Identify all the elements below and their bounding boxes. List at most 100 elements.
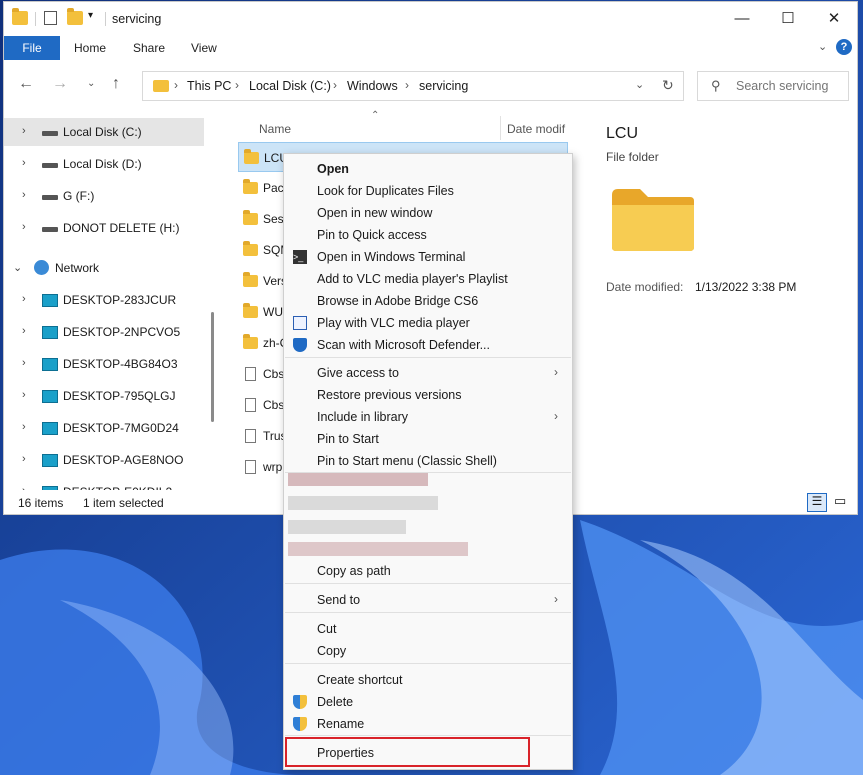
maximize-button[interactable]: ☐ <box>765 2 811 34</box>
menu-item-pin-to-start-menu-classic-shell[interactable]: Pin to Start menu (Classic Shell) <box>284 450 572 472</box>
tab-share[interactable]: Share <box>133 41 165 55</box>
chevron-right-icon[interactable]: › <box>22 357 26 369</box>
computer-icon <box>42 390 58 403</box>
chevron-right-icon[interactable]: › <box>22 389 26 401</box>
expand-ribbon-icon[interactable]: ⌄ <box>818 40 827 53</box>
close-button[interactable]: ✕ <box>811 2 857 34</box>
menu-item-restore-previous-versions[interactable]: Restore previous versions <box>284 384 572 406</box>
menu-item-label: Copy as path <box>317 564 391 578</box>
menu-item-label: Browse in Adobe Bridge CS6 <box>317 294 479 308</box>
address-bar[interactable]: › This PC › Local Disk (C:) › Windows › … <box>142 71 684 101</box>
item-count: 16 items <box>18 496 64 510</box>
menu-item-open-in-windows-terminal[interactable]: >_ Open in Windows Terminal <box>284 246 572 268</box>
chevron-right-icon[interactable]: › <box>22 325 26 337</box>
search-box[interactable]: ⚲ <box>697 71 849 101</box>
menu-item-include-in-library[interactable]: Include in library › <box>284 406 572 428</box>
details-view-icon[interactable]: ☰ <box>807 493 827 512</box>
menu-item-create-shortcut[interactable]: Create shortcut <box>284 669 572 691</box>
menu-item-copy-as-path[interactable]: Copy as path <box>284 560 572 582</box>
chevron-right-icon[interactable]: › <box>22 189 26 201</box>
chevron-right-icon[interactable]: › <box>333 78 337 92</box>
properties-quick-icon[interactable] <box>44 11 57 25</box>
menu-item-label: Create shortcut <box>317 673 403 687</box>
chevron-down-icon[interactable]: ⌄ <box>635 78 644 91</box>
chevron-right-icon[interactable]: › <box>235 78 239 92</box>
chevron-right-icon[interactable]: › <box>22 453 26 465</box>
document-icon <box>245 429 256 443</box>
breadcrumb-windows[interactable]: Windows <box>347 79 398 93</box>
details-date-label: Date modified: <box>606 280 684 294</box>
new-folder-quick-icon[interactable] <box>67 8 83 25</box>
vlc-icon <box>293 316 307 330</box>
chevron-right-icon[interactable]: › <box>22 421 26 433</box>
breadcrumb-local-disk[interactable]: Local Disk (C:) <box>249 79 331 93</box>
nav-item[interactable]: › DESKTOP-283JCUR <box>4 286 204 314</box>
help-icon[interactable]: ? <box>836 39 852 55</box>
menu-item-label: Cut <box>317 622 337 636</box>
chevron-right-icon[interactable]: › <box>22 125 26 137</box>
customize-quick-access-icon[interactable]: ▾ <box>88 10 93 21</box>
uac-shield-icon <box>293 695 307 709</box>
menu-item-browse-in-adobe-bridge-cs6[interactable]: Browse in Adobe Bridge CS6 <box>284 290 572 312</box>
nav-item[interactable]: › DESKTOP-2NPCVO5 <box>4 318 204 346</box>
nav-item-label: DESKTOP-2NPCVO5 <box>63 325 181 339</box>
menu-item-add-to-vlc-media-player-s-playlist[interactable]: Add to VLC media player's Playlist <box>284 268 572 290</box>
tab-home[interactable]: Home <box>74 41 106 55</box>
chevron-right-icon[interactable]: › <box>22 221 26 233</box>
nav-item[interactable]: › Local Disk (C:) <box>4 118 204 146</box>
menu-item-properties[interactable]: Properties <box>284 742 572 764</box>
menu-item-send-to[interactable]: Send to › <box>284 589 572 611</box>
chevron-right-icon[interactable]: › <box>22 157 26 169</box>
breadcrumb-servicing[interactable]: servicing <box>419 79 468 93</box>
back-arrow-icon[interactable]: ← <box>18 75 34 93</box>
menu-item-rename[interactable]: Rename <box>284 713 572 735</box>
menu-item-label: Delete <box>317 695 354 709</box>
submenu-arrow-icon: › <box>554 365 558 379</box>
menu-item-open-in-new-window[interactable]: Open in new window <box>284 202 572 224</box>
breadcrumb-this-pc[interactable]: This PC <box>187 79 231 93</box>
menu-item-pin-to-start[interactable]: Pin to Start <box>284 428 572 450</box>
chevron-right-icon[interactable]: › <box>22 485 26 490</box>
menu-item-look-for-duplicates-files[interactable]: Look for Duplicates Files <box>284 180 572 202</box>
nav-item[interactable]: › Local Disk (D:) <box>4 150 204 178</box>
nav-item[interactable]: › DESKTOP-4BG84O3 <box>4 350 204 378</box>
nav-scrollbar[interactable] <box>211 312 214 422</box>
menu-item-cut[interactable]: Cut <box>284 618 572 640</box>
title-bar: ▾ servicing — ☐ ✕ <box>4 2 857 34</box>
up-arrow-icon[interactable]: ↑ <box>112 75 120 93</box>
minimize-button[interactable]: — <box>719 2 765 34</box>
chevron-right-icon[interactable]: › <box>174 78 178 92</box>
tab-view[interactable]: View <box>191 41 217 55</box>
menu-item-scan-with-microsoft-defender[interactable]: Scan with Microsoft Defender... <box>284 334 572 356</box>
nav-item[interactable]: ⌄ Network <box>4 254 204 282</box>
menu-item-copy[interactable]: Copy <box>284 640 572 662</box>
menu-item-play-with-vlc-media-player[interactable]: Play with VLC media player <box>284 312 572 334</box>
menu-item-give-access-to[interactable]: Give access to › <box>284 362 572 384</box>
menu-item-open[interactable]: Open <box>284 158 572 180</box>
menu-item-delete[interactable]: Delete <box>284 691 572 713</box>
search-input[interactable] <box>734 78 848 94</box>
nav-item[interactable]: › DONOT DELETE (H:) <box>4 214 204 242</box>
chevron-right-icon[interactable]: › <box>405 78 409 92</box>
nav-item[interactable]: › DESKTOP-E0KDIL2 <box>4 478 204 490</box>
column-header-name[interactable]: Name <box>259 122 291 136</box>
menu-item-label: Give access to <box>317 366 399 380</box>
large-icons-view-icon[interactable]: ▭ <box>834 493 846 509</box>
refresh-icon[interactable]: ↻ <box>662 77 674 94</box>
nav-item[interactable]: › G (F:) <box>4 182 204 210</box>
column-divider[interactable] <box>500 116 501 140</box>
menu-item-pin-to-quick-access[interactable]: Pin to Quick access <box>284 224 572 246</box>
chevron-right-icon[interactable]: › <box>22 293 26 305</box>
nav-item[interactable]: › DESKTOP-795QLGJ <box>4 382 204 410</box>
chevron-down-icon[interactable]: ⌄ <box>13 261 22 274</box>
blurred-menu-item <box>288 496 438 510</box>
computer-icon <box>42 454 58 467</box>
nav-item[interactable]: › DESKTOP-AGE8NOO <box>4 446 204 474</box>
menu-item-label: Pin to Start menu (Classic Shell) <box>317 454 497 468</box>
nav-item[interactable]: › DESKTOP-7MG0D24 <box>4 414 204 442</box>
tab-file[interactable]: File <box>4 36 60 60</box>
recent-locations-icon[interactable]: ⌄ <box>87 78 95 89</box>
forward-arrow-icon[interactable]: → <box>52 75 68 93</box>
drive-icon <box>42 195 58 200</box>
column-header-date[interactable]: Date modif <box>507 122 565 136</box>
